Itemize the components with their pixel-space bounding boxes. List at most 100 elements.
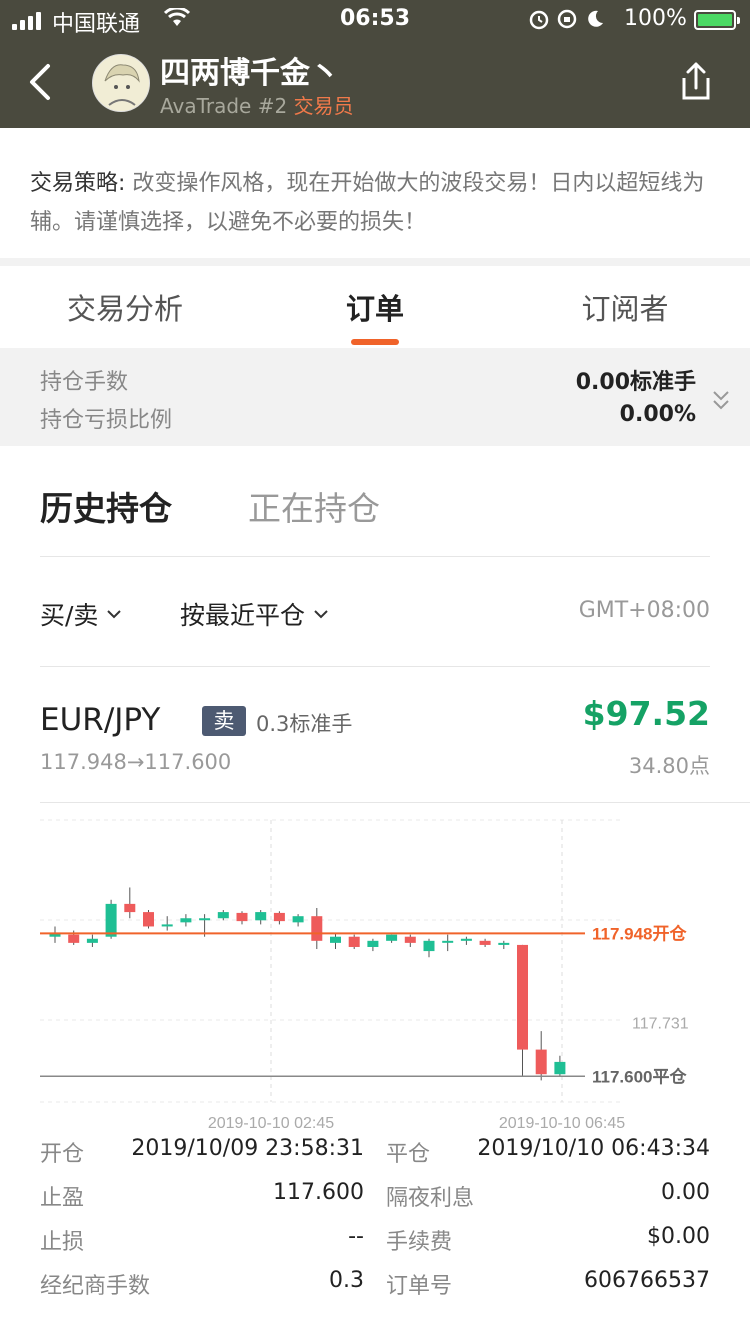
moon-icon (588, 10, 603, 27)
timezone-label: GMT+08:00 (578, 598, 710, 623)
candle (180, 914, 192, 927)
candle (442, 934, 454, 952)
candle-body (161, 924, 173, 927)
open-time-value: 2019/10/09 23:58:31 (131, 1136, 364, 1161)
candle (404, 934, 416, 947)
candle-body (517, 944, 528, 1050)
share-button[interactable] (676, 60, 716, 104)
rotation-lock-icon (557, 9, 577, 29)
candle (124, 887, 136, 919)
pl-ratio-label: 持仓亏损比例 (40, 408, 173, 433)
x-tick-label: 2019-10-10 06:45 (499, 1115, 625, 1132)
candle (311, 907, 323, 950)
back-button[interactable] (20, 58, 60, 106)
candle-body (217, 912, 229, 919)
lots-label: 持仓手数 (40, 370, 129, 395)
candle-body (311, 916, 323, 941)
candle (423, 938, 435, 958)
candle (273, 911, 285, 925)
candle (479, 938, 491, 947)
tab-subscribers[interactable]: 订阅者 (500, 266, 750, 348)
candle (217, 910, 229, 921)
order-lots: 0.3标准手 (256, 712, 353, 736)
candle-body (330, 936, 341, 943)
strategy-card: 交易策略: 改变操作风格，现在开始做大的波段交易！日内以超短线为辅。请谨慎选择，… (0, 128, 750, 258)
divider (40, 802, 750, 803)
tab-orders[interactable]: 订单 (250, 266, 500, 348)
open-time-label: 开仓 (40, 1142, 85, 1167)
candle-body (105, 903, 117, 937)
swap-value: 0.00 (661, 1180, 710, 1205)
divider (40, 556, 710, 557)
candle (236, 911, 248, 925)
detail-row: 止损 -- 手续费 $0.00 (0, 1224, 750, 1255)
subtab-open[interactable]: 正在持仓 (248, 482, 380, 530)
stop-loss-value: -- (348, 1224, 364, 1249)
account-number: AvaTrade #2 (160, 94, 288, 118)
orders-panel: 历史持仓 正在持仓 买/卖 按最近平仓 GMT+08:00 EUR/JPY 卖 … (0, 446, 750, 1334)
swap-label: 隔夜利息 (386, 1186, 475, 1211)
mid-price-label: 117.731 (632, 1016, 689, 1033)
side-filter[interactable]: 买/卖 (40, 596, 122, 632)
candle (255, 910, 267, 925)
lots-value: 0.00标准手 (575, 370, 696, 395)
tab-analysis[interactable]: 交易分析 (0, 266, 250, 348)
commission-value: $0.00 (647, 1224, 710, 1249)
order-profit: $97.52 (582, 694, 710, 733)
avatar[interactable] (92, 54, 150, 112)
x-tick-label: 2019-10-10 02:45 (208, 1115, 334, 1132)
candle-body (554, 1061, 566, 1075)
detail-row: 经纪商手数 0.3 订单号 606766537 (0, 1268, 750, 1299)
order-id-value: 606766537 (584, 1268, 710, 1293)
close-price-label: 117.600平仓 (592, 1066, 688, 1086)
side-badge: 卖 (202, 706, 246, 736)
candle (386, 934, 398, 943)
header-bar: 中国联通 06:53 100% 四两博千金丶 AvaTrade #2 交易员 (0, 0, 750, 128)
candle-body (460, 938, 472, 941)
alarm-icon (529, 10, 549, 30)
candle-body (68, 934, 80, 943)
sort-filter-label: 按最近平仓 (180, 601, 306, 630)
take-profit-value: 117.600 (273, 1180, 364, 1205)
divider (40, 666, 710, 667)
expand-chevron-icon[interactable] (710, 388, 732, 412)
candle-body (236, 912, 248, 922)
candle-body (367, 940, 379, 947)
detail-row: 开仓 2019/10/09 23:58:31 平仓 2019/10/10 06:… (0, 1136, 750, 1167)
chevron-down-icon (107, 610, 122, 619)
candle-body (404, 936, 416, 943)
candle (49, 926, 61, 943)
order-id-label: 订单号 (386, 1274, 453, 1299)
candle-body (423, 940, 435, 952)
take-profit-label: 止盈 (40, 1186, 85, 1211)
trader-account: AvaTrade #2 交易员 (160, 90, 354, 119)
close-time-value: 2019/10/10 06:43:34 (477, 1136, 710, 1161)
candle-body (273, 912, 285, 922)
role-badge: 交易员 (293, 94, 354, 118)
candle (348, 934, 360, 950)
candle-body (535, 1049, 547, 1075)
trader-name: 四两博千金丶 (160, 56, 340, 91)
candle-body (255, 912, 267, 921)
position-summary[interactable]: 持仓手数 0.00标准手 持仓亏损比例 0.00% (0, 348, 750, 446)
candle-body (124, 903, 136, 913)
status-bar: 中国联通 06:53 100% (0, 0, 750, 40)
commission-label: 手续费 (386, 1230, 453, 1255)
subtab-history[interactable]: 历史持仓 (40, 482, 172, 530)
candle-body (498, 942, 510, 945)
candlestick-chart: 117.948开仓 117.600平仓 117.731 2019-10-10 02:4… (40, 819, 689, 1132)
candle (292, 914, 304, 927)
candle (367, 938, 379, 952)
candle (86, 934, 98, 947)
battery-percent: 100% (624, 6, 687, 31)
close-time-label: 平仓 (386, 1142, 431, 1167)
detail-row: 止盈 117.600 隔夜利息 0.00 (0, 1180, 750, 1211)
broker-lots-label: 经纪商手数 (40, 1274, 151, 1299)
stop-loss-label: 止损 (40, 1230, 85, 1255)
candle-body (386, 934, 398, 941)
candle-body (479, 940, 491, 945)
candle (535, 1031, 547, 1081)
candle (143, 910, 154, 929)
side-filter-label: 买/卖 (40, 601, 99, 630)
sort-filter[interactable]: 按最近平仓 (180, 596, 329, 632)
